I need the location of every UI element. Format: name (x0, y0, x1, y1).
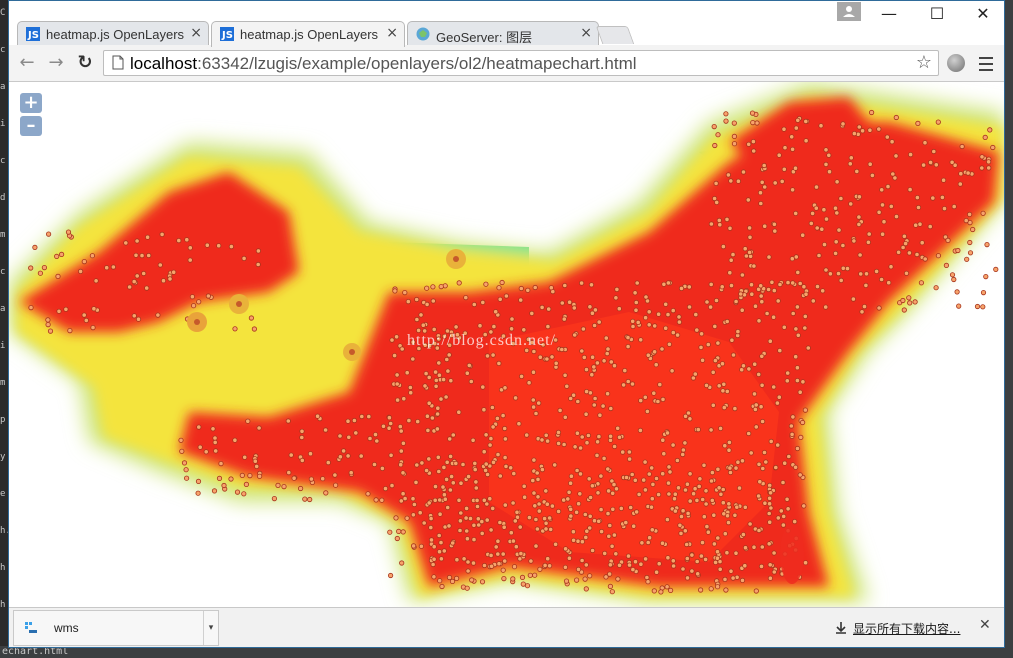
ide-side-char: h (0, 563, 6, 573)
file-icon (25, 622, 37, 633)
heat-island (780, 524, 804, 584)
tab-label: heatmap.js OpenLayers (46, 27, 184, 42)
download-name: wms (54, 621, 79, 635)
url-host: localhost (130, 54, 198, 73)
ide-side-char: c (0, 267, 6, 277)
ide-side-char: p (0, 415, 6, 425)
geoserver-icon (416, 27, 430, 41)
download-shelf: wms ▾ 显示所有下载内容... ✕ (9, 607, 1004, 647)
tab-heatmap-1[interactable]: JS heatmap.js OpenLayers × (17, 21, 209, 46)
maximize-button[interactable]: ☐ (917, 3, 957, 25)
show-all-label: 显示所有下载内容... (853, 622, 961, 636)
ide-side-char: m (0, 378, 6, 388)
window-close-button[interactable]: ✕ (963, 3, 1003, 25)
minimize-button[interactable]: — (869, 3, 909, 25)
close-icon[interactable]: × (190, 25, 202, 41)
new-tab-button[interactable] (595, 26, 635, 44)
close-icon[interactable]: ✕ (979, 617, 991, 633)
ide-side-char: C (0, 8, 6, 18)
forward-button[interactable]: → (45, 52, 67, 74)
ide-side-char: c (0, 156, 6, 166)
url-text: localhost:63342/lzugis/example/openlayer… (130, 54, 637, 74)
download-item[interactable]: wms ▾ (13, 610, 219, 646)
bookmark-star-icon[interactable]: ☆ (916, 52, 932, 73)
tab-strip: JS heatmap.js OpenLayers × JS heatmap.js… (9, 1, 1004, 47)
address-bar[interactable]: localhost:63342/lzugis/example/openlayer… (103, 50, 939, 76)
ide-side-char: c (0, 45, 6, 55)
svg-text:JS: JS (221, 30, 233, 41)
webstorm-icon: JS (26, 27, 40, 41)
menu-icon[interactable] (979, 53, 993, 73)
browser-window: JS heatmap.js OpenLayers × JS heatmap.js… (8, 0, 1005, 648)
ide-side-char: a (0, 304, 6, 314)
chevron-down-icon[interactable]: ▾ (203, 611, 218, 645)
ide-side-char: a (0, 82, 6, 92)
ide-side-char: i (0, 341, 6, 351)
tab-label: heatmap.js OpenLayers (240, 27, 379, 42)
svg-text:JS: JS (27, 30, 39, 41)
ide-side-char: i (0, 119, 6, 129)
webstorm-icon: JS (220, 27, 234, 41)
reload-button[interactable]: ↻ (74, 52, 96, 74)
url-path: :63342/lzugis/example/openlayers/ol2/hea… (197, 54, 637, 73)
close-icon[interactable]: × (386, 25, 398, 41)
back-button[interactable]: ← (16, 52, 38, 74)
map-viewport[interactable]: + – http://blog.csdn.net/ (9, 82, 1004, 607)
ide-side-char: d (0, 193, 6, 203)
download-icon (836, 622, 846, 634)
tab-heatmap-2[interactable]: JS heatmap.js OpenLayers × (211, 21, 405, 47)
ide-side-char: y (0, 452, 6, 462)
ide-side-char: h (0, 600, 6, 610)
watermark-text: http://blog.csdn.net/ (407, 332, 556, 349)
profile-icon[interactable] (837, 2, 861, 21)
ide-side-char: m (0, 230, 6, 240)
tab-geoserver[interactable]: GeoServer: 图层 × (407, 21, 599, 46)
page-icon (112, 55, 124, 70)
show-all-downloads-link[interactable]: 显示所有下载内容... (835, 620, 960, 637)
browser-toolbar: ← → ↻ localhost:63342/lzugis/example/ope… (9, 45, 1004, 82)
close-icon[interactable]: × (580, 25, 592, 41)
extension-icon[interactable] (947, 54, 965, 72)
zoom-out-button[interactable]: – (20, 116, 42, 136)
tab-label: GeoServer: 图层 (436, 30, 533, 45)
ide-side-char: e (0, 489, 6, 499)
zoom-in-button[interactable]: + (20, 93, 42, 113)
